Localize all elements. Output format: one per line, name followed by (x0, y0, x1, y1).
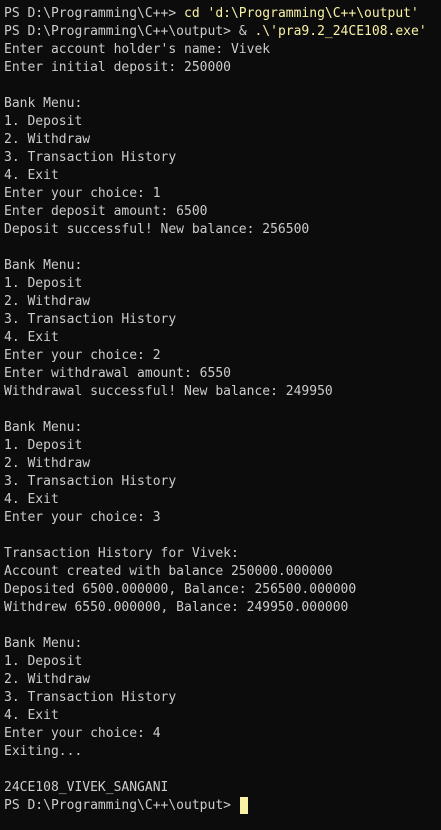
output-line: 2. Withdraw (4, 672, 91, 687)
text-cursor (239, 797, 248, 814)
output-line: Enter deposit amount: 6500 (4, 204, 208, 219)
output-line: 3. Transaction History (4, 474, 177, 489)
terminal-window[interactable]: PS D:\Programming\C++> cd 'd:\Programmin… (0, 0, 441, 830)
output-line: 1. Deposit (4, 114, 83, 129)
prompt-text: PS D:\Programming\C++\output> (4, 798, 239, 813)
prompt-text: PS D:\Programming\C++\output> (4, 24, 239, 39)
output-line: 4. Exit (4, 168, 59, 183)
output-line: 4. Exit (4, 492, 59, 507)
output-line: Enter initial deposit: 250000 (4, 60, 231, 75)
command-line-run: PS D:\Programming\C++\output> & .\'pra9.… (0, 23, 441, 41)
output-line: 1. Deposit (4, 438, 83, 453)
call-operator: & (238, 24, 255, 39)
program-output: Enter account holder's name: Vivek Enter … (0, 41, 441, 797)
output-line: 2. Withdraw (4, 294, 91, 309)
output-line: Bank Menu: (4, 636, 83, 651)
output-line: Bank Menu: (4, 420, 83, 435)
output-line: 4. Exit (4, 708, 59, 723)
output-line: Deposit successful! New balance: 256500 (4, 222, 310, 237)
output-line: Deposited 6500.000000, Balance: 256500.0… (4, 582, 357, 597)
output-line: 24CE108_VIVEK_SANGANI (4, 780, 169, 795)
output-line: Enter your choice: 4 (4, 726, 161, 741)
output-line: 1. Deposit (4, 654, 83, 669)
output-line: 2. Withdraw (4, 456, 91, 471)
output-line: Enter your choice: 1 (4, 186, 161, 201)
output-line: Bank Menu: (4, 96, 83, 111)
output-line: Transaction History for Vivek: (4, 546, 239, 561)
command-line-cd: PS D:\Programming\C++> cd 'd:\Programmin… (0, 5, 441, 23)
final-prompt-line[interactable]: PS D:\Programming\C++\output> (0, 797, 441, 815)
output-line: 4. Exit (4, 330, 59, 345)
output-line: Bank Menu: (4, 258, 83, 273)
output-line: Enter your choice: 3 (4, 510, 161, 525)
command-argument: .\'pra9.2_24CE108.exe' (254, 24, 427, 39)
output-line: Enter your choice: 2 (4, 348, 161, 363)
output-line: Withdrew 6550.000000, Balance: 249950.00… (4, 600, 349, 615)
command-argument: 'd:\Programming\C++\output' (199, 6, 419, 21)
output-line: 3. Transaction History (4, 312, 177, 327)
output-line: 1. Deposit (4, 276, 83, 291)
prompt-text: PS D:\Programming\C++> (4, 6, 185, 21)
output-line: Account created with balance 250000.0000… (4, 564, 333, 579)
output-line: 2. Withdraw (4, 132, 91, 147)
output-line: Exiting... (4, 744, 83, 759)
output-line: 3. Transaction History (4, 690, 177, 705)
output-line: Enter account holder's name: Vivek (4, 42, 271, 57)
output-line: 3. Transaction History (4, 150, 177, 165)
output-line: Enter withdrawal amount: 6550 (4, 366, 231, 381)
output-line: Withdrawal successful! New balance: 2499… (4, 384, 333, 399)
command-name: cd (184, 6, 200, 21)
